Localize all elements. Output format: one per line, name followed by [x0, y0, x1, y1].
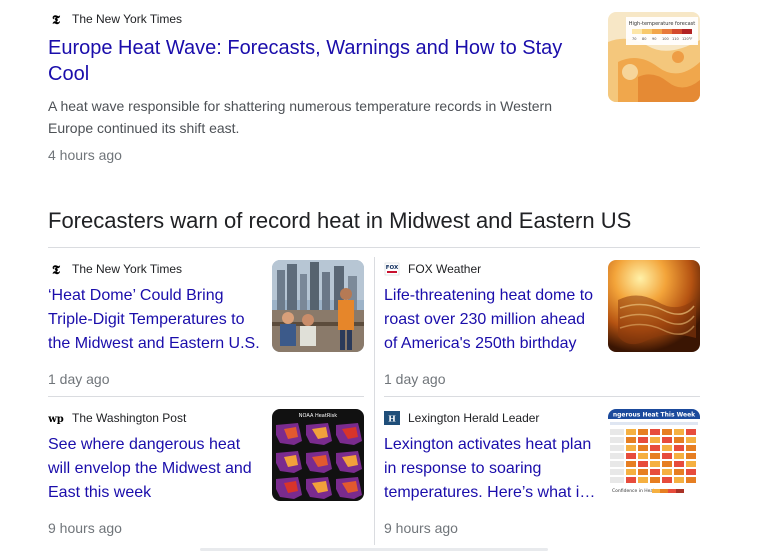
top-story[interactable]: 𝕿 The New York Times Europe Heat Wave: F… — [48, 10, 700, 163]
card-thumbnail[interactable] — [272, 260, 364, 352]
card-source: wp The Washington Post — [48, 409, 186, 427]
top-story-snippet: A heat wave responsible for shattering n… — [48, 98, 552, 136]
svg-text:H: H — [388, 414, 396, 424]
card-title-link[interactable]: ‘Heat Dome’ Could Bring Triple-Digit Tem… — [48, 284, 264, 356]
card-time: 9 hours ago — [48, 520, 122, 536]
source-name: The New York Times — [72, 262, 183, 276]
card-time: 9 hours ago — [384, 520, 458, 536]
nyt-logo-icon: 𝕿 — [48, 11, 64, 27]
svg-text:𝕿: 𝕿 — [52, 263, 61, 276]
card-thumbnail[interactable]: ngerous Heat This Week Confidence in Hea… — [608, 409, 700, 501]
svg-text:90: 90 — [652, 37, 656, 41]
svg-text:100: 100 — [662, 37, 669, 41]
svg-text:70: 70 — [632, 37, 636, 41]
thumb-caption: ngerous Heat This Week — [613, 412, 696, 419]
top-story-thumbnail[interactable]: High-temperature forecast 70 80 90 100 1… — [608, 12, 700, 102]
card-source: FOX FOX Weather — [384, 260, 481, 278]
source-name: FOX Weather — [408, 262, 482, 276]
thumb-caption: High-temperature forecast — [629, 21, 696, 27]
lexington-logo-icon: H — [384, 410, 400, 426]
nyt-logo-icon: 𝕿 — [48, 261, 64, 277]
news-card[interactable]: H Lexington Herald Leader Lexington acti… — [384, 409, 700, 549]
cluster-heading[interactable]: Forecasters warn of record heat in Midwe… — [48, 207, 631, 235]
top-story-source: 𝕿 The New York Times — [48, 10, 700, 28]
svg-text:110: 110 — [672, 37, 679, 41]
thumb-footer: Confidence in Heat — [612, 488, 655, 494]
source-name: The Washington Post — [72, 411, 187, 425]
svg-text:80: 80 — [642, 37, 646, 41]
card-time: 1 day ago — [384, 371, 446, 387]
source-name: Lexington Herald Leader — [408, 411, 540, 425]
news-card[interactable]: wp The Washington Post See where dangero… — [48, 409, 364, 549]
card-thumbnail[interactable]: NOAA HeatRisk — [272, 409, 364, 501]
source-name: The New York Times — [72, 12, 183, 26]
card-title-link[interactable]: Life-threatening heat dome to roast over… — [384, 284, 600, 356]
wapo-logo-icon: wp — [48, 410, 64, 426]
fox-logo-icon: FOX — [384, 261, 400, 277]
column-divider — [374, 257, 375, 545]
news-card[interactable]: 𝕿 The New York Times ‘Heat Dome’ Could B… — [48, 260, 364, 400]
card-source: 𝕿 The New York Times — [48, 260, 182, 278]
svg-text:FOX: FOX — [386, 265, 399, 271]
thumb-caption: NOAA HeatRisk — [299, 413, 337, 419]
top-story-title-link[interactable]: Europe Heat Wave: Forecasts, Warnings an… — [48, 35, 578, 87]
svg-text:120°F: 120°F — [682, 37, 692, 41]
card-title-link[interactable]: See where dangerous heat will envelop th… — [48, 433, 264, 505]
svg-text:𝕿: 𝕿 — [52, 13, 61, 26]
top-story-time: 4 hours ago — [48, 147, 122, 163]
news-results-page: 𝕿 The New York Times Europe Heat Wave: F… — [0, 0, 769, 551]
card-title-link[interactable]: Lexington activates heat plan in respons… — [384, 433, 600, 505]
svg-text:wp: wp — [48, 414, 64, 425]
card-thumbnail[interactable] — [608, 260, 700, 352]
news-card[interactable]: FOX FOX Weather Life-threatening heat do… — [384, 260, 700, 400]
card-source: H Lexington Herald Leader — [384, 409, 539, 427]
divider — [48, 247, 700, 248]
card-time: 1 day ago — [48, 371, 110, 387]
